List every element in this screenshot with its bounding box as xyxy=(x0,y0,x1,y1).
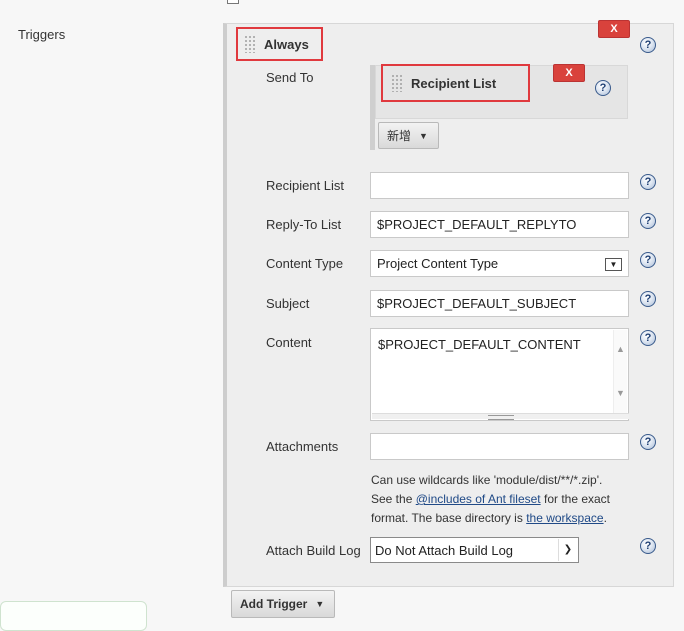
note-period: . xyxy=(603,511,607,525)
scroll-up-icon[interactable]: ▲ xyxy=(616,344,625,354)
checkbox[interactable] xyxy=(227,0,239,4)
note-see-the: See the xyxy=(371,492,413,506)
note-for-exact: for the exact xyxy=(543,492,611,506)
scroll-down-icon[interactable]: ▼ xyxy=(616,388,625,398)
add-trigger-label: Add Trigger xyxy=(240,597,308,611)
attach-build-log-select[interactable]: Do Not Attach Build Log ❯ xyxy=(370,537,579,563)
recipient-list-heading[interactable]: Recipient List xyxy=(381,64,530,102)
drag-handle-icon[interactable] xyxy=(391,74,403,92)
content-type-label: Content Type xyxy=(266,256,344,271)
attachments-input[interactable] xyxy=(370,433,629,460)
recipient-list-input[interactable] xyxy=(370,172,629,199)
chevron-down-icon: ❯ xyxy=(558,539,577,561)
trigger-heading-label: Always xyxy=(264,36,309,52)
ant-fileset-link[interactable]: @includes of Ant fileset xyxy=(416,492,541,506)
caret-down-icon: ▼ xyxy=(419,130,428,141)
subject-input[interactable]: $PROJECT_DEFAULT_SUBJECT xyxy=(370,290,629,317)
drag-handle-icon[interactable] xyxy=(244,35,256,53)
reply-to-label: Reply-To List xyxy=(266,217,342,232)
content-label: Content xyxy=(266,335,312,350)
resize-handle[interactable] xyxy=(372,413,629,420)
content-textarea[interactable]: $PROJECT_DEFAULT_CONTENT ▲ ▼ xyxy=(370,328,629,421)
recipient-list-label: Recipient List xyxy=(266,178,345,193)
help-icon[interactable]: ? xyxy=(640,330,656,346)
triggers-label: Triggers xyxy=(18,27,66,42)
content-type-value: Project Content Type xyxy=(377,256,499,271)
note-format: format. The base directory is xyxy=(371,511,523,525)
add-trigger-button[interactable]: Add Trigger ▼ xyxy=(231,590,335,618)
attachments-note: Can use wildcards like 'module/dist/**/*… xyxy=(371,471,641,528)
subject-label: Subject xyxy=(266,296,310,311)
delete-recipient-button[interactable]: X xyxy=(553,64,585,82)
delete-trigger-button[interactable]: X xyxy=(598,20,630,38)
panel-edge xyxy=(0,601,147,631)
add-recipient-label: 新增 xyxy=(387,129,412,143)
help-icon[interactable]: ? xyxy=(640,174,656,190)
help-icon[interactable]: ? xyxy=(640,538,656,554)
content-type-select[interactable]: Project Content Type ▼ xyxy=(370,250,629,277)
help-icon[interactable]: ? xyxy=(640,434,656,450)
add-recipient-button[interactable]: 新增 ▼ xyxy=(378,122,439,149)
help-icon[interactable]: ? xyxy=(640,213,656,229)
content-value: $PROJECT_DEFAULT_CONTENT xyxy=(378,337,581,352)
attach-build-log-value: Do Not Attach Build Log xyxy=(375,542,514,558)
attach-build-log-label: Attach Build Log xyxy=(266,543,361,558)
help-icon[interactable]: ? xyxy=(595,80,611,96)
workspace-link[interactable]: the workspace xyxy=(526,511,603,525)
help-icon[interactable]: ? xyxy=(640,291,656,307)
recipient-list-heading-label: Recipient List xyxy=(411,75,497,91)
note-line1: Can use wildcards like 'module/dist/**/*… xyxy=(371,473,603,487)
scrollbar[interactable]: ▲ ▼ xyxy=(613,330,627,416)
help-icon[interactable]: ? xyxy=(640,252,656,268)
trigger-heading-always[interactable]: Always xyxy=(236,27,323,61)
help-icon[interactable]: ? xyxy=(640,37,656,53)
chevron-down-icon: ▼ xyxy=(605,258,622,271)
reply-to-input[interactable]: $PROJECT_DEFAULT_REPLYTO xyxy=(370,211,629,238)
send-to-label: Send To xyxy=(266,70,314,85)
attachments-label: Attachments xyxy=(266,439,339,454)
caret-down-icon: ▼ xyxy=(315,599,325,609)
